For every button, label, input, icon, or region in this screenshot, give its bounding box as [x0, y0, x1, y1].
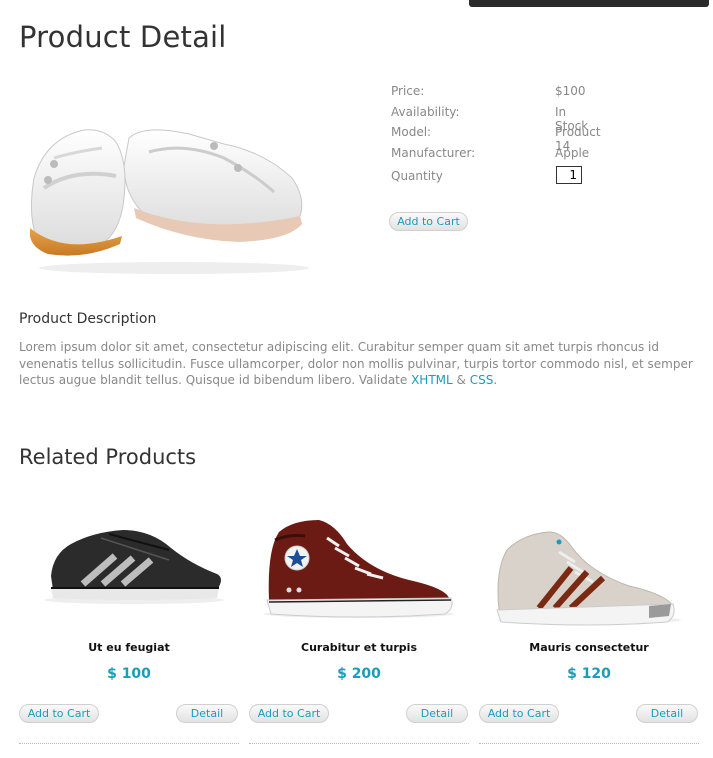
spec-label: Price:	[391, 84, 425, 98]
xhtml-link[interactable]: XHTML	[411, 373, 453, 387]
product-price: $ 200	[337, 666, 381, 682]
description-body: Lorem ipsum dolor sit amet, consectetur …	[19, 340, 693, 387]
add-to-cart-button[interactable]: Add to Cart	[389, 212, 468, 231]
quantity-input[interactable]	[556, 166, 582, 184]
spec-label: Model:	[391, 125, 432, 139]
detail-button[interactable]: Detail	[636, 704, 698, 723]
spec-value: Apple	[555, 145, 590, 160]
add-to-cart-button[interactable]: Add to Cart	[19, 704, 99, 723]
black-sneaker-image[interactable]	[19, 510, 239, 630]
product-name[interactable]: Mauris consectetur	[479, 641, 699, 654]
product-price: $ 100	[107, 666, 151, 682]
add-to-cart-button[interactable]: Add to Cart	[479, 704, 559, 723]
white-flat-shoes-image	[30, 129, 309, 274]
add-to-cart-button[interactable]: Add to Cart	[249, 704, 329, 723]
related-product-card: Mauris consectetur $ 120 Add to Cart Det…	[479, 500, 699, 746]
quantity-label: Quantity	[391, 169, 443, 183]
related-product-card: Ut eu feugiat $ 100 Add to Cart Detail	[19, 500, 239, 746]
divider	[249, 743, 469, 744]
css-link[interactable]: CSS	[470, 373, 494, 387]
spec-label: Manufacturer:	[391, 145, 476, 160]
detail-button[interactable]: Detail	[176, 704, 238, 723]
spec-value: $100	[555, 84, 586, 98]
product-name[interactable]: Ut eu feugiat	[19, 641, 239, 654]
grey-hightop-sneaker-image[interactable]	[479, 510, 699, 630]
red-hightop-sneaker-image[interactable]	[249, 510, 469, 630]
period-text: .	[493, 373, 498, 387]
amp-text: &	[452, 373, 470, 387]
description-text: Lorem ipsum dolor sit amet, consectetur …	[19, 339, 704, 389]
related-product-card: Curabitur et turpis $ 200 Add to Cart De…	[249, 500, 469, 746]
spec-label: Availability:	[391, 104, 460, 119]
product-price: $ 120	[567, 666, 611, 682]
divider	[479, 743, 699, 744]
related-products-heading: Related Products	[19, 445, 197, 469]
product-name[interactable]: Curabitur et turpis	[249, 641, 469, 654]
detail-button[interactable]: Detail	[406, 704, 468, 723]
page-title: Product Detail	[19, 20, 227, 54]
divider	[19, 743, 239, 744]
top-bar	[469, 0, 709, 7]
description-heading: Product Description	[19, 311, 157, 327]
